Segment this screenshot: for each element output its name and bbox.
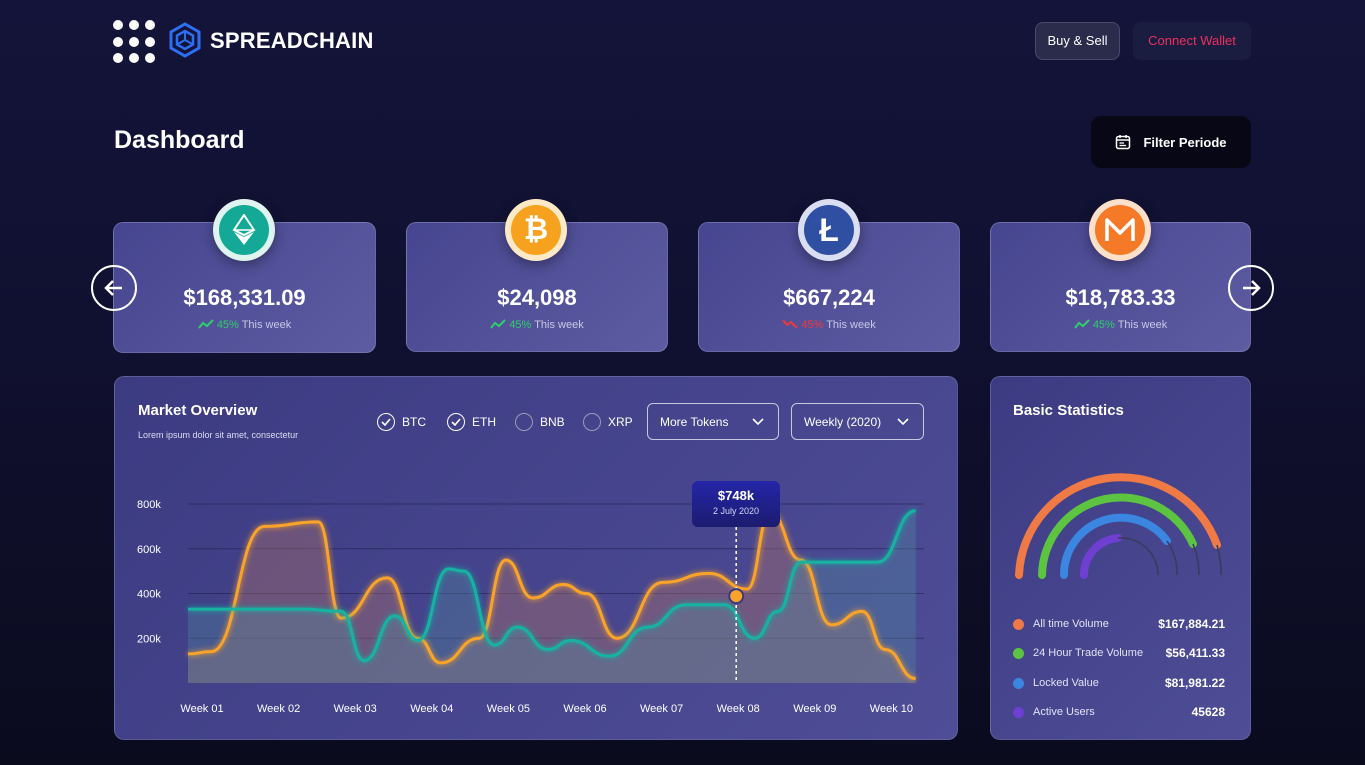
stat-value: $56,411.33 <box>1165 646 1225 660</box>
coin-change-pct: 45% <box>509 319 532 331</box>
stat-value: 45628 <box>1191 705 1225 719</box>
coin-change: 45% This week <box>699 319 959 331</box>
market-overview-subtitle: Lorem ipsum dolor sit amet, consectetur <box>138 430 299 440</box>
coin-change: 45% This week <box>114 319 375 331</box>
checkbox-unchecked-icon <box>515 413 533 431</box>
coin-change-period: This week <box>241 319 292 331</box>
stat-label: Active Users <box>1033 706 1095 718</box>
coin-change-period: This week <box>534 319 584 331</box>
filter-period-button[interactable]: Filter Periode <box>1091 116 1251 168</box>
tooltip-value: $748k <box>717 488 755 503</box>
basic-statistics-panel: Basic Statistics All time Volume $167,88… <box>990 376 1251 740</box>
litecoin-icon: Ł <box>798 199 860 261</box>
coin-price: $18,783.33 <box>1065 285 1176 310</box>
stat-label: 24 Hour Trade Volume <box>1033 647 1144 659</box>
statistics-gauge <box>1015 473 1222 579</box>
coin-change: 45% This week <box>991 319 1250 331</box>
stat-label: All time Volume <box>1033 618 1109 630</box>
gauge-arc-all-time-volume <box>1015 473 1221 579</box>
chart-tooltip: $748k 2 July 2020 <box>692 481 780 527</box>
buy-sell-button[interactable]: Buy & Sell <box>1035 22 1120 60</box>
period-label: Weekly (2020) <box>804 414 882 429</box>
coin-change-pct: 45% <box>1092 319 1115 331</box>
coin-change-period: This week <box>826 319 876 331</box>
period-dropdown[interactable]: Weekly (2020) <box>791 403 924 440</box>
coin-change: 45% This week <box>407 319 667 331</box>
market-overview-title: Market Overview <box>138 402 258 419</box>
legend-dot <box>1013 706 1024 718</box>
chevron-down-icon <box>752 417 764 425</box>
stat-row-all-time-volume: All time Volume $167,884.21 <box>1013 614 1225 634</box>
token-toggle-eth[interactable]: ETH <box>447 412 496 432</box>
token-toggle-btc[interactable]: BTC <box>377 412 426 432</box>
brand-name: SPREADCHAIN <box>210 28 374 53</box>
filter-period-label: Filter Periode <box>1143 134 1227 150</box>
legend-dot <box>1013 647 1024 659</box>
checkbox-checked-icon <box>447 413 465 431</box>
apps-menu-icon[interactable] <box>113 20 157 64</box>
token-label: XRP <box>608 415 633 429</box>
coin-price: $667,224 <box>783 285 875 310</box>
calendar-icon <box>1116 135 1131 150</box>
tooltip-date: 2 July 2020 <box>712 506 760 516</box>
token-toggle-xrp[interactable]: XRP <box>583 412 633 432</box>
coin-change-pct: 45% <box>801 319 824 331</box>
stat-row-24h-trade-volume: 24 Hour Trade Volume $56,411.33 <box>1013 643 1225 663</box>
token-label: BNB <box>540 415 565 429</box>
connect-wallet-button[interactable]: Connect Wallet <box>1133 22 1251 60</box>
token-label: ETH <box>472 415 496 429</box>
more-tokens-label: More Tokens <box>660 414 729 429</box>
more-tokens-dropdown[interactable]: More Tokens <box>647 403 779 440</box>
legend-dot <box>1013 677 1024 689</box>
market-overview-panel: Market Overview Lorem ipsum dolor sit am… <box>114 376 958 740</box>
stat-value: $167,884.21 <box>1158 617 1225 631</box>
checkbox-checked-icon <box>377 413 395 431</box>
carousel-next-button[interactable] <box>1228 265 1274 311</box>
checkbox-unchecked-icon <box>583 413 601 431</box>
stat-row-locked-value: Locked Value $81,981.22 <box>1013 673 1225 693</box>
trend-up-icon <box>1073 319 1090 329</box>
trend-up-icon <box>197 319 214 329</box>
token-toggle-bnb[interactable]: BNB <box>515 412 565 432</box>
coin-change-period: This week <box>1117 319 1168 331</box>
arrow-right-icon <box>1243 280 1261 296</box>
gauge-arc-locked-value <box>1059 513 1171 579</box>
spreadchain-logo-icon <box>169 22 201 58</box>
stat-value: $81,981.22 <box>1164 676 1225 690</box>
carousel-prev-button[interactable] <box>91 265 137 311</box>
coin-change-pct: 45% <box>216 319 239 331</box>
ethereum-icon <box>213 199 275 261</box>
page-title: Dashboard <box>114 126 245 154</box>
bitcoin-icon: ₿ <box>505 199 567 261</box>
stat-label: Locked Value <box>1033 677 1099 689</box>
monero-icon <box>1089 199 1151 261</box>
coin-price: $24,098 <box>497 285 577 310</box>
chevron-down-icon <box>897 417 909 425</box>
top-bar: SPREADCHAIN Buy & Sell Connect Wallet <box>113 18 1251 64</box>
coin-price: $168,331.09 <box>183 285 306 310</box>
legend-dot <box>1013 618 1024 630</box>
trend-up-icon <box>490 319 506 329</box>
arrow-left-icon <box>104 280 122 296</box>
trend-down-icon <box>782 319 798 329</box>
basic-statistics-title: Basic Statistics <box>1013 402 1124 419</box>
token-label: BTC <box>402 415 426 429</box>
gauge-arc-active-users <box>1079 534 1122 579</box>
stat-row-active-users: Active Users 45628 <box>1013 702 1225 722</box>
